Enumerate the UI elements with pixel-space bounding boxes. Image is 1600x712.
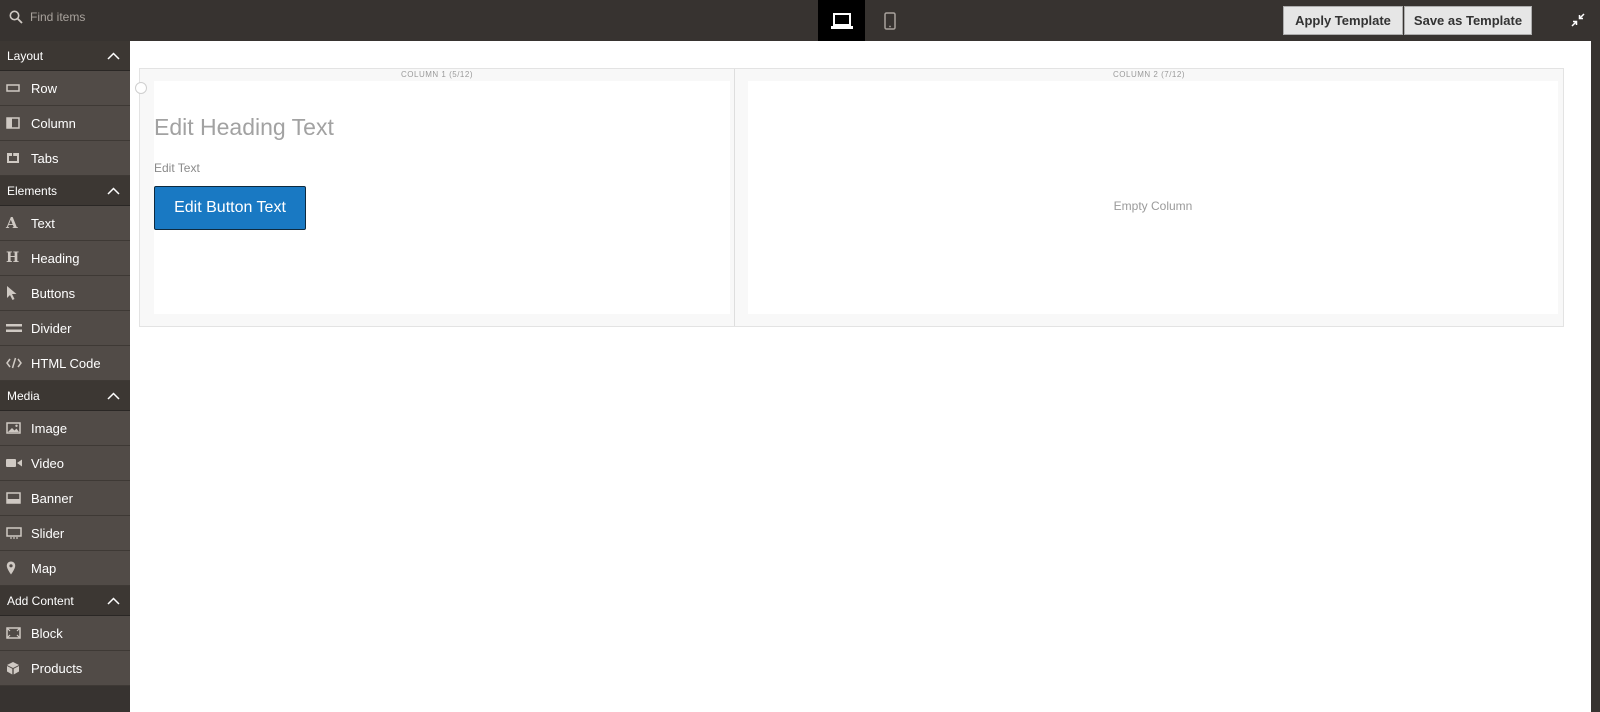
section-title: Layout [7,48,44,63]
chevron-up-icon [107,51,120,60]
section-header-media[interactable]: Media [0,381,130,411]
empty-column-placeholder: Empty Column [1113,199,1193,213]
sidebar-item-banner[interactable]: Banner [0,481,130,516]
sidebar-item-buttons[interactable]: Buttons [0,276,130,311]
heading-element[interactable]: Edit Heading Text [154,114,334,141]
code-icon [6,357,22,369]
section-title: Media [7,388,40,403]
text-element[interactable]: Edit Text [154,161,200,175]
slider-icon [6,527,22,539]
sidebar-item-label: Products [31,660,83,676]
top-toolbar: Apply Template Save as Template [0,0,1600,41]
text-icon: A [6,214,18,232]
block-icon [6,627,21,639]
row-container[interactable]: COLUMN 1 (5/12) Edit Heading Text Edit T… [135,68,1564,327]
sidebar-item-label: Divider [31,320,72,336]
mobile-phone-icon [883,11,896,30]
sidebar-item-label: Tabs [31,150,59,166]
video-icon [6,459,22,467]
column-label: COLUMN 2 (7/12) [1113,70,1185,79]
chevron-up-icon [107,596,120,605]
column-icon [6,117,20,129]
sidebar-item-label: Heading [31,250,80,266]
banner-icon [6,492,21,504]
image-icon [6,422,21,434]
chevron-up-icon [107,186,120,195]
sidebar-item-block[interactable]: Block [0,616,130,651]
sidebar-item-label: Slider [31,525,65,541]
sidebar-item-label: Text [31,215,55,231]
sidebar-item-label: Video [31,455,65,471]
sidebar-item-label: Row [31,80,58,96]
sidebar-item-label: Map [31,560,57,576]
map-pin-icon [6,561,16,575]
sidebar-item-html-code[interactable]: HTML Code [0,346,130,381]
column-label: COLUMN 1 (5/12) [401,70,473,79]
sidebar-item-tabs[interactable]: Tabs [0,141,130,176]
products-icon [7,662,19,675]
fullscreen-collapse-button[interactable] [1568,10,1588,30]
sidebar-item-image[interactable]: Image [0,411,130,446]
sidebar-item-row[interactable]: Row [0,71,130,106]
section-title: Elements [7,183,58,198]
collapse-arrows-icon [1571,13,1585,27]
sidebar-item-slider[interactable]: Slider [0,516,130,551]
column-2[interactable]: Empty Column [748,81,1558,314]
sidebar-item-products[interactable]: Products [0,651,130,686]
right-edge-bar [1591,41,1600,712]
apply-template-button[interactable]: Apply Template [1283,6,1403,35]
sidebar-item-text[interactable]: A Text [0,206,130,241]
drag-handle[interactable] [135,82,147,94]
search-box [0,0,130,33]
sidebar-item-column[interactable]: Column [0,106,130,141]
laptop-icon [830,12,853,29]
cursor-icon [7,286,17,300]
column-divider[interactable] [734,69,735,326]
sidebar-item-map[interactable]: Map [0,551,130,586]
sidebar-item-label: Banner [31,490,73,506]
sidebar-item-heading[interactable]: H Heading [0,241,130,276]
sidebar-item-label: Image [31,420,68,436]
divider-icon [6,324,22,332]
stage-canvas: COLUMN 1 (5/12) Edit Heading Text Edit T… [130,41,1600,712]
desktop-view-button[interactable] [818,0,865,41]
heading-icon: H [6,250,20,266]
tabs-icon [7,153,19,163]
panel-sidebar: Layout Row Column Tabs Elements A Text H… [0,41,130,712]
sidebar-item-label: Column [31,115,76,131]
search-icon [9,10,23,24]
row-icon [6,84,20,92]
section-header-add-content[interactable]: Add Content [0,586,130,616]
chevron-up-icon [107,391,120,400]
sidebar-item-label: HTML Code [31,355,101,371]
sidebar-item-divider[interactable]: Divider [0,311,130,346]
sidebar-item-label: Block [31,625,63,641]
column-1[interactable]: Edit Heading Text Edit Text Edit Button … [154,81,730,314]
sidebar-item-video[interactable]: Video [0,446,130,481]
section-header-layout[interactable]: Layout [0,41,130,71]
sidebar-item-label: Buttons [31,285,76,301]
section-title: Add Content [7,593,74,608]
section-header-elements[interactable]: Elements [0,176,130,206]
mobile-view-button[interactable] [866,0,913,41]
search-input[interactable] [30,9,120,24]
save-as-template-button[interactable]: Save as Template [1404,6,1532,35]
button-element[interactable]: Edit Button Text [154,186,306,230]
